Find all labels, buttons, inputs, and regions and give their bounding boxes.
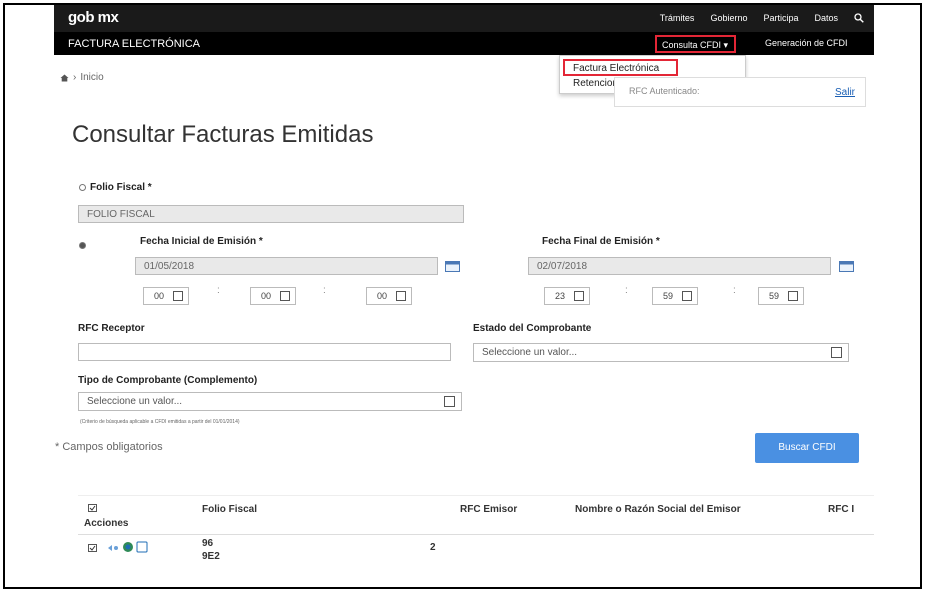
- download-icon[interactable]: [136, 541, 148, 553]
- search-hint: (Criterio de búsqueda aplicable a CFDI e…: [80, 419, 240, 425]
- estado-comprobante-value: Seleccione un valor...: [482, 347, 578, 358]
- breadcrumb-inicio[interactable]: Inicio: [80, 72, 103, 83]
- table-row: 96 9E2 2: [78, 535, 874, 575]
- dropdown-item-factura-electronica[interactable]: Factura Electrónica: [563, 59, 678, 76]
- chevron-down-icon: [444, 396, 455, 407]
- page: gob mx Trámites Gobierno Participa Datos…: [54, 5, 874, 587]
- top-bar: gob mx Trámites Gobierno Participa Datos: [54, 5, 874, 32]
- nav-participa[interactable]: Participa: [763, 13, 798, 23]
- rfc-receptor-label: RFC Receptor: [78, 323, 145, 334]
- top-nav: Trámites Gobierno Participa Datos: [660, 13, 864, 23]
- estado-comprobante-select[interactable]: Seleccione un valor...: [473, 343, 849, 362]
- generacion-cfdi-link[interactable]: Generación de CFDI: [765, 38, 848, 48]
- chevron-right-icon: ›: [73, 72, 77, 83]
- folio-fiscal-label: Folio Fiscal *: [90, 182, 152, 193]
- segundo-inicial-select[interactable]: 00: [366, 287, 412, 305]
- header-acciones: Acciones: [84, 518, 129, 529]
- chevron-down-icon: [831, 347, 842, 358]
- view-icon[interactable]: [106, 542, 120, 554]
- home-icon[interactable]: [60, 74, 69, 82]
- tipo-comprobante-value: Seleccione un valor...: [87, 396, 183, 407]
- header-rfc-receptor: RFC I: [828, 504, 855, 515]
- sub-bar: FACTURA ELECTRÓNICA Consulta CFDI ▾ Gene…: [54, 32, 874, 55]
- folio-fiscal-line2: 9E2: [202, 551, 220, 562]
- rfc-receptor-input[interactable]: [78, 343, 451, 361]
- consulta-cfdi-menu[interactable]: Consulta CFDI ▾: [655, 35, 737, 53]
- row-checkbox[interactable]: [88, 544, 97, 552]
- section-title: FACTURA ELECTRÓNICA: [68, 38, 201, 50]
- folio-fiscal-line1: 96: [202, 538, 214, 549]
- session-box: RFC Autenticado: Salir: [614, 77, 866, 107]
- header-folio-fiscal: Folio Fiscal: [202, 504, 258, 515]
- time-separator: :: [733, 285, 736, 296]
- caret-down-icon: ▾: [723, 40, 729, 50]
- fecha-inicial-label: Fecha Inicial de Emisión *: [140, 236, 263, 247]
- folio-fiscal-input[interactable]: FOLIO FISCAL: [78, 205, 464, 223]
- nav-datos[interactable]: Datos: [814, 13, 838, 23]
- select-all-checkbox[interactable]: [88, 504, 97, 512]
- logout-link[interactable]: Salir: [835, 87, 855, 98]
- header-rfc-emisor: RFC Emisor: [460, 504, 518, 515]
- tipo-comprobante-select[interactable]: Seleccione un valor...: [78, 392, 462, 411]
- session-rfc-label: RFC Autenticado:: [629, 86, 700, 96]
- fecha-inicial-input[interactable]: 01/05/2018: [135, 257, 438, 275]
- fecha-final-label: Fecha Final de Emisión *: [542, 236, 660, 247]
- screenshot-frame: gob mx Trámites Gobierno Participa Datos…: [3, 3, 922, 589]
- nav-tramites[interactable]: Trámites: [660, 13, 695, 23]
- fecha-final-input[interactable]: 02/07/2018: [528, 257, 831, 275]
- required-note: * Campos obligatorios: [55, 441, 163, 453]
- time-separator: :: [625, 285, 628, 296]
- calendar-icon[interactable]: [445, 260, 460, 272]
- minuto-final-select[interactable]: 59: [652, 287, 698, 305]
- hora-inicial-select[interactable]: 00: [143, 287, 189, 305]
- segundo-final-select[interactable]: 59: [758, 287, 804, 305]
- rfc-emisor-value: 2: [430, 542, 436, 553]
- time-separator: :: [323, 285, 326, 296]
- search-cfdi-button[interactable]: Buscar CFDI: [755, 433, 859, 463]
- minuto-inicial-select[interactable]: 00: [250, 287, 296, 305]
- folio-fiscal-radio[interactable]: [79, 184, 86, 191]
- hora-final-select[interactable]: 23: [544, 287, 590, 305]
- tipo-comprobante-label: Tipo de Comprobante (Complemento): [78, 375, 258, 386]
- search-icon[interactable]: [854, 13, 864, 23]
- nav-gobierno[interactable]: Gobierno: [710, 13, 747, 23]
- consulta-cfdi-label: Consulta CFDI: [662, 40, 722, 50]
- calendar-icon[interactable]: [839, 260, 854, 272]
- header-nombre-emisor: Nombre o Razón Social del Emisor: [575, 504, 741, 515]
- gob-logo[interactable]: gob mx: [68, 9, 119, 26]
- fecha-radio[interactable]: [79, 242, 86, 249]
- estado-comprobante-label: Estado del Comprobante: [473, 323, 592, 334]
- globe-icon[interactable]: [122, 541, 134, 553]
- results-table-header: Acciones Folio Fiscal RFC Emisor Nombre …: [78, 495, 874, 535]
- page-title: Consultar Facturas Emitidas: [72, 121, 374, 148]
- time-separator: :: [217, 285, 220, 296]
- breadcrumb: › Inicio: [60, 72, 104, 83]
